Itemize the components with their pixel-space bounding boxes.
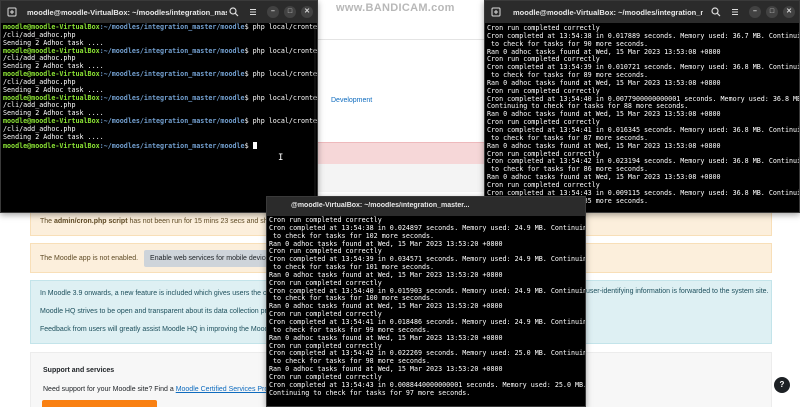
prompt-path: :~/moodles/integration_master/moodle (99, 117, 245, 126)
mobile-app-alert-text: The Moodle app is not enabled. (40, 255, 139, 262)
prompt-command: $ php local/crontest (244, 70, 317, 79)
prompt-command: $ php local/crontest (244, 46, 317, 55)
terminal-window-bottom[interactable]: @moodle-VirtualBox: ~/moodles/integratio… (266, 196, 586, 407)
terminal-cursor (252, 141, 257, 149)
cron-alert-prefix: The (40, 218, 55, 225)
hamburger-menu-icon[interactable] (246, 5, 260, 19)
nav-link-development[interactable]: Development (331, 97, 372, 104)
text-cursor-icon: I (278, 153, 284, 163)
prompt-command: $ php local/crontest (244, 117, 317, 126)
support-action-button[interactable] (42, 400, 157, 407)
hamburger-menu-icon[interactable] (728, 5, 742, 19)
prompt-host: moodle@moodle-VirtualBox (3, 141, 100, 150)
terminal-title: moodle@moodle-VirtualBox: ~/moodles/inte… (513, 8, 703, 17)
prompt-command: $ (244, 141, 253, 150)
info-line-1-right-end: system site. (731, 288, 769, 295)
prompt-path: :~/moodles/integration_master/moodle (99, 70, 245, 79)
prompt-path: :~/moodles/integration_master/moodle (99, 46, 245, 55)
terminal-titlebar[interactable]: @moodle-VirtualBox: ~/moodles/integratio… (267, 197, 585, 216)
minimize-icon[interactable]: – (749, 6, 761, 18)
maximize-icon[interactable]: □ (766, 6, 778, 18)
terminal-prompt-line: moodle@moodle-VirtualBox:~/moodles/integ… (3, 141, 315, 151)
terminal-output-line: Sending 2 Adhoc task .... (3, 132, 104, 141)
maximize-icon[interactable]: □ (284, 6, 296, 18)
terminal-titlebar[interactable]: moodle@moodle-VirtualBox: ~/moodles/inte… (485, 1, 799, 23)
new-tab-icon[interactable] (5, 5, 19, 19)
search-icon[interactable] (227, 5, 241, 19)
terminal-window-right[interactable]: moodle@moodle-VirtualBox: ~/moodles/inte… (484, 0, 800, 213)
prompt-host: moodle@moodle-VirtualBox (3, 23, 100, 31)
terminal-titlebar[interactable]: moodle@moodle-VirtualBox: ~/moodles/inte… (1, 1, 317, 23)
terminal-window-left[interactable]: moodle@moodle-VirtualBox: ~/moodles/inte… (0, 0, 318, 213)
prompt-path: :~/moodles/integration_master/moodle (99, 23, 245, 31)
prompt-host: moodle@moodle-VirtualBox (3, 46, 100, 55)
terminal-output[interactable]: Cron run completed correctly Cron complet… (267, 216, 585, 406)
terminal-title: moodle@moodle-VirtualBox: ~/moodles/inte… (27, 8, 227, 17)
terminal-title: @moodle-VirtualBox: ~/moodles/integratio… (291, 202, 470, 209)
search-icon[interactable] (709, 5, 723, 19)
terminal-scrollbar[interactable] (314, 25, 316, 211)
prompt-host: moodle@moodle-VirtualBox (3, 93, 100, 102)
minimize-icon[interactable]: – (267, 6, 279, 18)
info-line-1-continued: user-identifying information is forwarde… (586, 288, 768, 295)
prompt-command: $ php local/crontest (244, 93, 317, 102)
terminal-output-line: Continuing to check for tasks for 97 mor… (269, 388, 471, 397)
terminal-output[interactable]: moodle@moodle-VirtualBox:~/moodles/integ… (1, 23, 317, 212)
page-section-strip (318, 164, 486, 192)
prompt-command: $ php local/crontest (244, 23, 317, 31)
enable-mobile-services-button[interactable]: Enable web services for mobile devices (144, 250, 279, 267)
cron-alert-suffix: has not been run for 15 mins 23 secs and… (127, 218, 287, 225)
prompt-path: :~/moodles/integration_master/moodle (99, 93, 245, 102)
prompt-path: :~/moodles/integration_master/moodle (99, 141, 245, 150)
cron-script-name: admin/cron.php script (54, 218, 128, 225)
support-text-prefix: Need support for your Moodle site? Find … (43, 386, 176, 393)
info-line-1-right: user-identifying information is forwarde… (586, 288, 732, 295)
bandicam-watermark: www.BANDICAM.com (336, 2, 455, 14)
help-button[interactable]: ? (774, 377, 790, 393)
close-icon[interactable]: ✕ (301, 6, 313, 18)
error-notification-strip (318, 142, 486, 164)
prompt-host: moodle@moodle-VirtualBox (3, 117, 100, 126)
prompt-host: moodle@moodle-VirtualBox (3, 70, 100, 79)
terminal-output[interactable]: Cron run completed correctly Cron complet… (485, 23, 799, 212)
close-icon[interactable]: ✕ (783, 6, 795, 18)
new-tab-icon[interactable] (489, 5, 503, 19)
